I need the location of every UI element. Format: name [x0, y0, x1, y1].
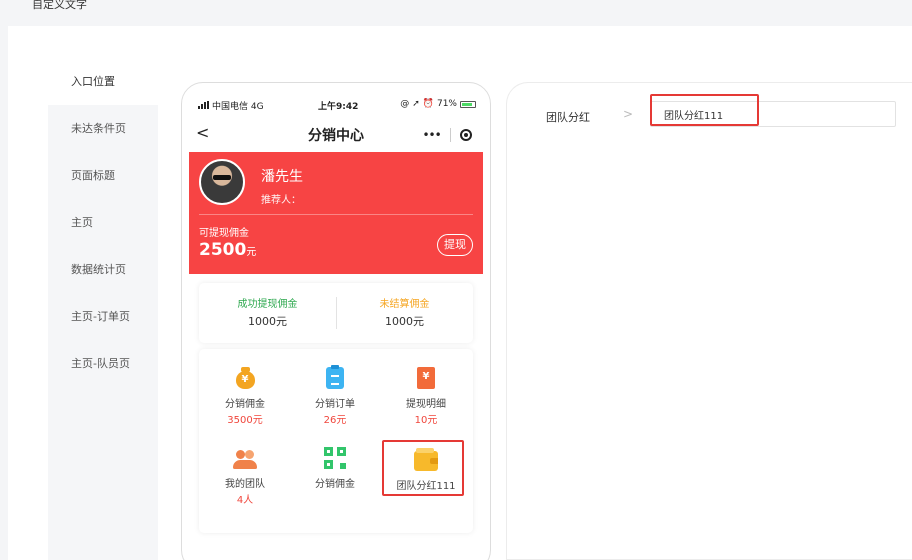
capsule-divider: [449, 128, 451, 142]
menu-item-home-members-page[interactable]: 主页-队员页: [48, 340, 158, 387]
grid-item-label: 分销订单: [315, 399, 355, 410]
menu-item-home[interactable]: 主页: [48, 199, 158, 246]
user-name: 潘先生: [261, 169, 303, 185]
grid-item-label: 分销佣金: [225, 399, 265, 410]
nav-bar: < 分销中心 •••: [182, 121, 490, 149]
team-icon: [233, 449, 257, 469]
avatar: [199, 159, 245, 205]
menu-item-unmet-condition-page[interactable]: 未达条件页: [48, 105, 158, 152]
alarm-icon: ⏰: [422, 99, 434, 109]
grid-item-commission[interactable]: 分销佣金 3500元: [205, 367, 285, 426]
menu-item-home-orders-page[interactable]: 主页-订单页: [48, 293, 158, 340]
location-icon: ➚: [412, 99, 420, 109]
money-bag-icon: [235, 367, 255, 389]
stat-withdrawn-label: 成功提现佣金: [237, 299, 298, 310]
withdrawable-label: 可提现佣金: [199, 228, 249, 239]
menu-item-page-title[interactable]: 页面标题: [48, 152, 158, 199]
grid-item-label: 分销佣金: [315, 479, 355, 490]
withdrawable-amount: 2500元: [199, 240, 256, 260]
menu-item-statistics-page[interactable]: 数据统计页: [48, 246, 158, 293]
highlight-team-bonus-input: [650, 94, 759, 126]
stat-unsettled: 未结算佣金 1000元: [336, 295, 473, 329]
status-time: 上午9:42: [318, 102, 359, 112]
banner-divider: [199, 214, 473, 215]
grid-item-sub: 10元: [414, 415, 438, 426]
menu-item-entry-position[interactable]: 入口位置: [48, 58, 158, 105]
grid-item-label: 我的团队: [225, 479, 265, 490]
network-type: 4G: [250, 102, 264, 112]
qr-icon: [324, 447, 346, 469]
grid-item-my-team[interactable]: 我的团队 4人: [205, 449, 285, 506]
amount-unit: 元: [246, 247, 257, 258]
grid-item-label: 提现明细: [406, 399, 446, 410]
amount-value: 2500: [199, 240, 247, 260]
chevron-right-icon: >: [623, 107, 634, 121]
battery-icon: [460, 100, 476, 108]
clipboard-icon: [326, 365, 344, 389]
grid-item-sub: 26元: [323, 415, 347, 426]
battery-percent: 71%: [436, 99, 457, 109]
receipt-icon: [417, 367, 435, 389]
stat-unsettled-label: 未结算佣金: [379, 299, 430, 310]
status-bar: 中国电信 4G 上午9:42 @ ➚ ⏰ 71%: [182, 99, 490, 113]
grid-item-orders[interactable]: 分销订单 26元: [295, 365, 375, 426]
referrer-label: 推荐人：: [261, 195, 301, 206]
stat-unsettled-value: 1000元: [385, 315, 424, 328]
stat-withdrawn-value: 1000元: [248, 315, 287, 328]
user-banner: 潘先生 推荐人： 可提现佣金 2500元 提现: [189, 152, 483, 274]
target-icon[interactable]: [459, 129, 472, 141]
highlight-team-bonus-item: [382, 440, 464, 496]
at-icon: @: [400, 99, 410, 109]
status-right: @ ➚ ⏰ 71%: [400, 99, 476, 109]
page-title: 自定义文字: [32, 0, 87, 11]
stat-withdrawn: 成功提现佣金 1000元: [199, 295, 336, 329]
grid-item-withdraw-details[interactable]: 提现明细 10元: [386, 367, 466, 426]
config-panel: 团队分红 >: [506, 82, 912, 560]
grid-item-commission-qr[interactable]: 分销佣金: [295, 447, 375, 490]
withdraw-button[interactable]: 提现: [437, 234, 473, 256]
team-bonus-field-label: 团队分红: [546, 111, 590, 124]
signal-icon: [198, 101, 209, 109]
carrier-name: 中国电信: [212, 102, 249, 112]
grid-item-sub: 3500元: [227, 415, 263, 426]
mini-program-capsule: •••: [418, 125, 476, 145]
more-icon[interactable]: •••: [422, 128, 441, 142]
grid-item-sub: 4人: [236, 495, 254, 506]
side-menu: 入口位置 未达条件页 页面标题 主页 数据统计页 主页-订单页 主页-队员页: [48, 58, 158, 560]
stats-card: 成功提现佣金 1000元 未结算佣金 1000元: [199, 283, 473, 343]
carrier-info: 中国电信 4G: [198, 99, 264, 112]
